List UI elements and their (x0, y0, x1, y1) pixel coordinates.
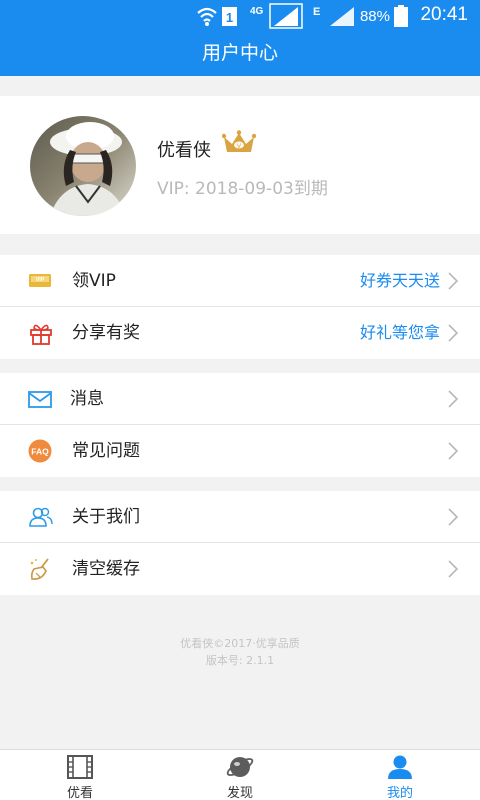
user-icon (388, 755, 412, 779)
gift-icon (30, 324, 52, 345)
menu-item-get-vip[interactable]: VIP 领VIP 好券天天送 (0, 255, 480, 307)
chevron-right-icon (448, 560, 459, 578)
wifi-icon (197, 7, 217, 22)
vip-card-icon: VIP (29, 274, 51, 287)
menu-item-faq[interactable]: FAQ 常见问题 (0, 425, 480, 477)
svg-text:FAQ: FAQ (31, 447, 49, 457)
tab-home[interactable]: 优看 (0, 750, 160, 800)
menu-group-app: 关于我们 清空缓存 (0, 491, 480, 595)
svg-text:E: E (313, 6, 320, 18)
tab-label: 优看 (66, 786, 93, 800)
avatar[interactable] (30, 116, 136, 216)
clock: 20:41 (420, 4, 468, 25)
mail-icon (28, 391, 52, 408)
status-icons: 1 4G E (197, 3, 354, 29)
chevron-right-icon (448, 442, 459, 460)
menu-promo-text: 好券天天送 (359, 271, 440, 290)
menu-label: 常见问题 (72, 441, 140, 461)
version-text: 版本号: 2.1.1 (205, 654, 275, 667)
tab-label: 我的 (386, 786, 413, 800)
battery-icon (394, 5, 408, 27)
menu-item-about-us[interactable]: 关于我们 (0, 491, 480, 543)
broom-icon (30, 558, 49, 580)
copyright-text: 优看侠©2017·优享品质 (180, 637, 300, 650)
page-title: 用户中心 (0, 30, 480, 76)
menu-label: 分享有奖 (72, 323, 140, 343)
menu-item-clear-cache[interactable]: 清空缓存 (0, 543, 480, 595)
crown-icon: V (222, 130, 256, 152)
signal-icon (274, 7, 298, 26)
chevron-right-icon (448, 324, 459, 342)
vip-expiry: VIP: 2018-09-03到期 (157, 179, 328, 199)
menu-label: 领VIP (72, 271, 116, 291)
menu-label: 清空缓存 (72, 559, 140, 579)
svg-text:V: V (237, 144, 241, 150)
svg-text:VIP: VIP (36, 277, 45, 283)
faq-icon: FAQ (28, 439, 52, 463)
planet-icon (226, 757, 254, 777)
menu-label: 消息 (70, 389, 104, 409)
bottom-tab-bar: 优看 发现 我的 (0, 749, 480, 800)
profile-card[interactable]: 优看侠 V VIP: 2018-09-03到期 (0, 96, 480, 234)
chevron-right-icon (448, 508, 459, 526)
tab-label: 发现 (226, 786, 253, 800)
menu-group-support: 消息 FAQ 常见问题 (0, 373, 480, 477)
tab-discover[interactable]: 发现 (160, 750, 320, 800)
menu-promo-text: 好礼等您拿 (359, 323, 440, 342)
menu-label: 关于我们 (72, 507, 140, 527)
tab-mine[interactable]: 我的 (320, 750, 480, 800)
menu-item-share-reward[interactable]: 分享有奖 好礼等您拿 (0, 307, 480, 359)
signal-icon-2 (330, 7, 354, 26)
username: 优看侠 (157, 140, 211, 161)
chevron-right-icon (448, 390, 459, 408)
people-icon (29, 507, 53, 527)
svg-text:1: 1 (226, 10, 233, 25)
film-icon (67, 755, 93, 779)
status-bar: 1 4G E 88% 20:41 (0, 0, 480, 30)
menu-item-messages[interactable]: 消息 (0, 373, 480, 425)
svg-text:4G: 4G (250, 6, 264, 17)
menu-group-rewards: VIP 领VIP 好券天天送 分享有奖 好礼等您拿 (0, 255, 480, 359)
battery-percent: 88% (359, 8, 390, 25)
chevron-right-icon (448, 272, 459, 290)
